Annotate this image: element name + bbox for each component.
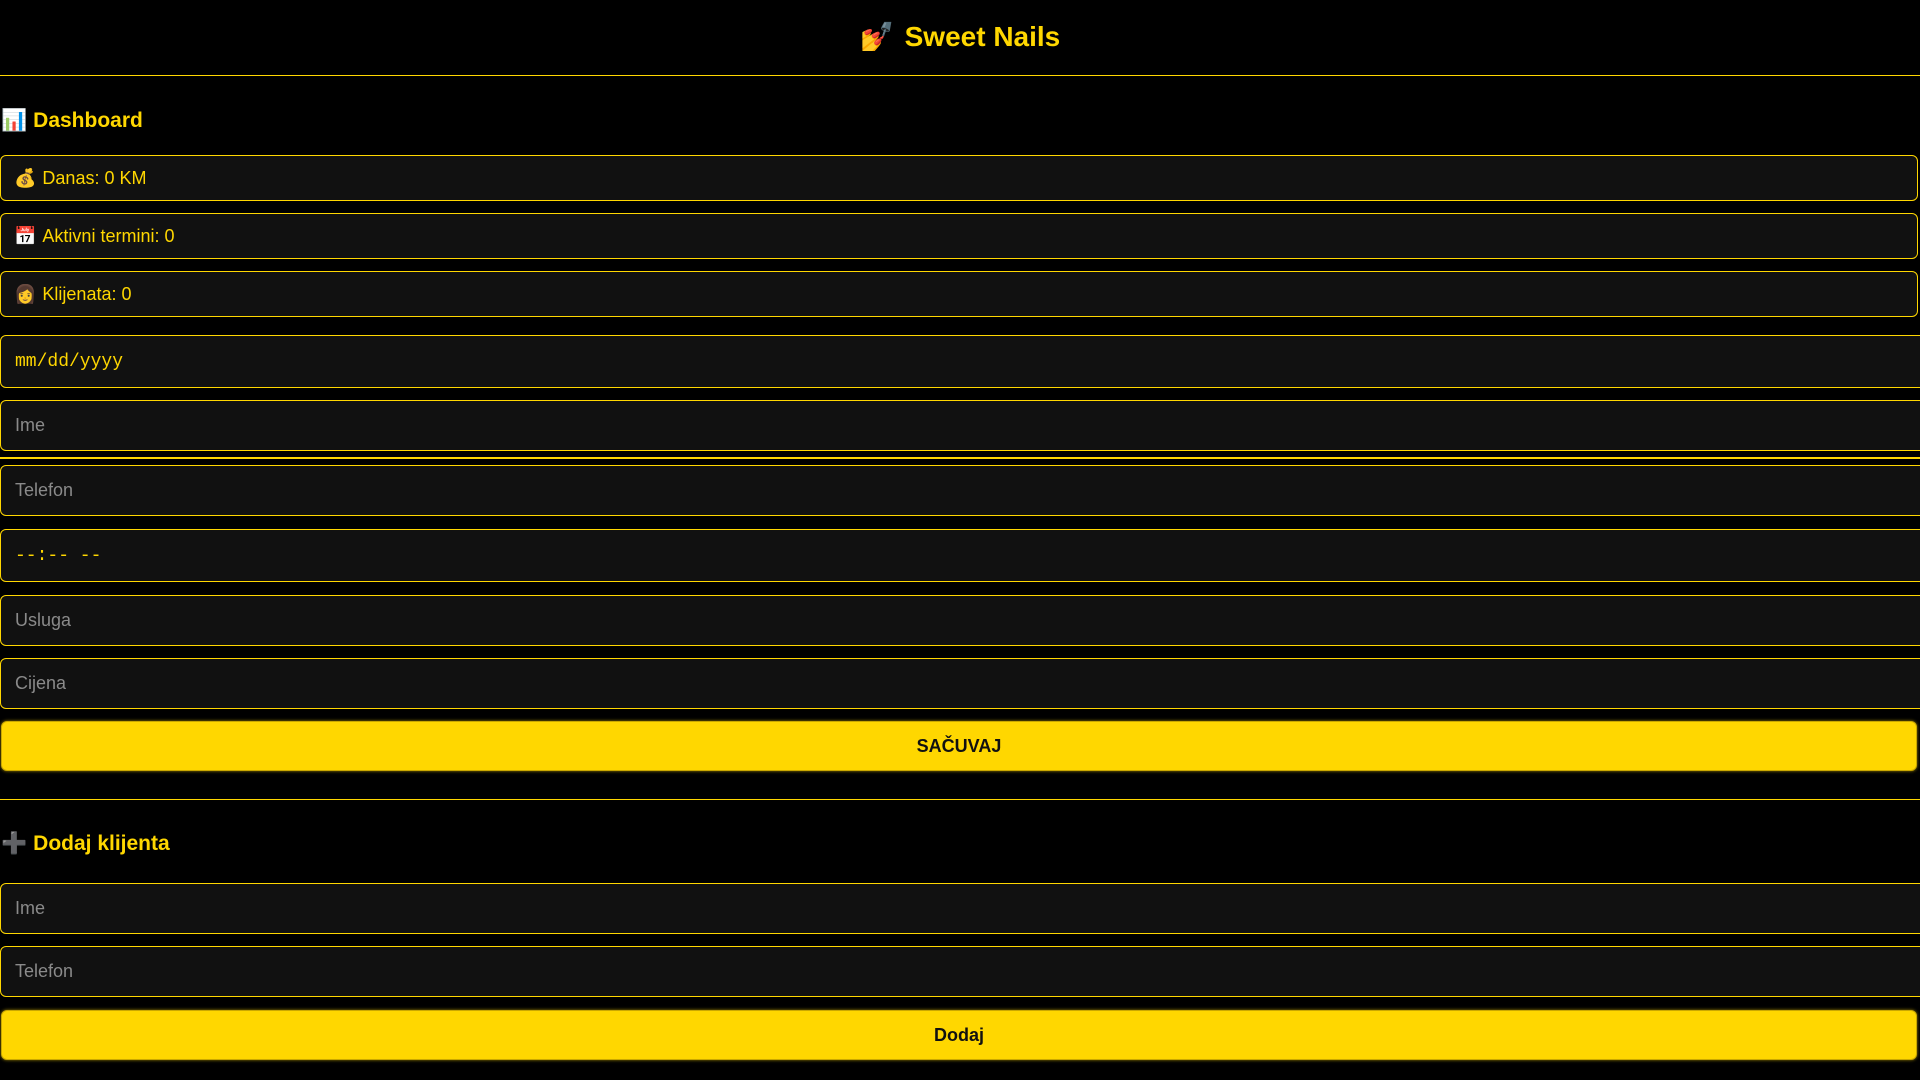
app-root: 💅 Sweet Nails 📊 Dashboard 💰 Danas: 0 KM … — [0, 0, 1920, 1080]
money-bag-icon: 💰 — [14, 167, 37, 189]
stat-active-label: Aktivni termini: 0 — [42, 225, 175, 246]
dashboard-title: 📊 Dashboard — [1, 108, 143, 133]
stat-card-today: 💰 Danas: 0 KM — [0, 155, 1918, 201]
plus-icon: ➕ — [1, 831, 28, 855]
stat-today-label: Danas: 0 KM — [42, 167, 147, 188]
calendar-icon: 📅 — [14, 225, 37, 247]
add-client-title-text: Dodaj klijenta — [33, 831, 170, 855]
form-separator-line — [0, 457, 1920, 459]
client-phone-input[interactable] — [0, 946, 1920, 997]
add-client-button[interactable]: Dodaj — [1, 1010, 1917, 1060]
appointment-time-input[interactable]: --:-- -- — [0, 529, 1920, 582]
save-button[interactable]: SAČUVAJ — [1, 721, 1917, 771]
add-client-title: ➕ Dodaj klijenta — [1, 831, 170, 856]
dashboard-title-text: Dashboard — [33, 108, 143, 132]
app-title: 💅 Sweet Nails — [860, 20, 1061, 53]
stat-card-clients: 👩 Klijenata: 0 — [0, 271, 1918, 317]
time-placeholder: --:-- -- — [15, 545, 102, 566]
stat-clients-label: Klijenata: 0 — [42, 283, 132, 304]
date-placeholder: mm/dd/yyyy — [15, 351, 124, 372]
appointment-price-input[interactable] — [0, 658, 1920, 709]
client-name-input[interactable] — [0, 883, 1920, 934]
app-title-text: Sweet Nails — [904, 20, 1061, 52]
section-divider — [0, 799, 1920, 800]
nail-polish-icon: 💅 — [859, 20, 895, 53]
appointment-name-input[interactable] — [0, 400, 1920, 451]
bar-chart-icon: 📊 — [1, 108, 28, 132]
appointment-phone-input[interactable] — [0, 465, 1920, 516]
woman-icon: 👩 — [14, 283, 37, 305]
stat-card-active-appointments: 📅 Aktivni termini: 0 — [0, 213, 1918, 259]
appointment-service-input[interactable] — [0, 595, 1920, 646]
app-header: 💅 Sweet Nails — [0, 0, 1920, 76]
appointment-date-input[interactable]: mm/dd/yyyy — [0, 335, 1920, 388]
